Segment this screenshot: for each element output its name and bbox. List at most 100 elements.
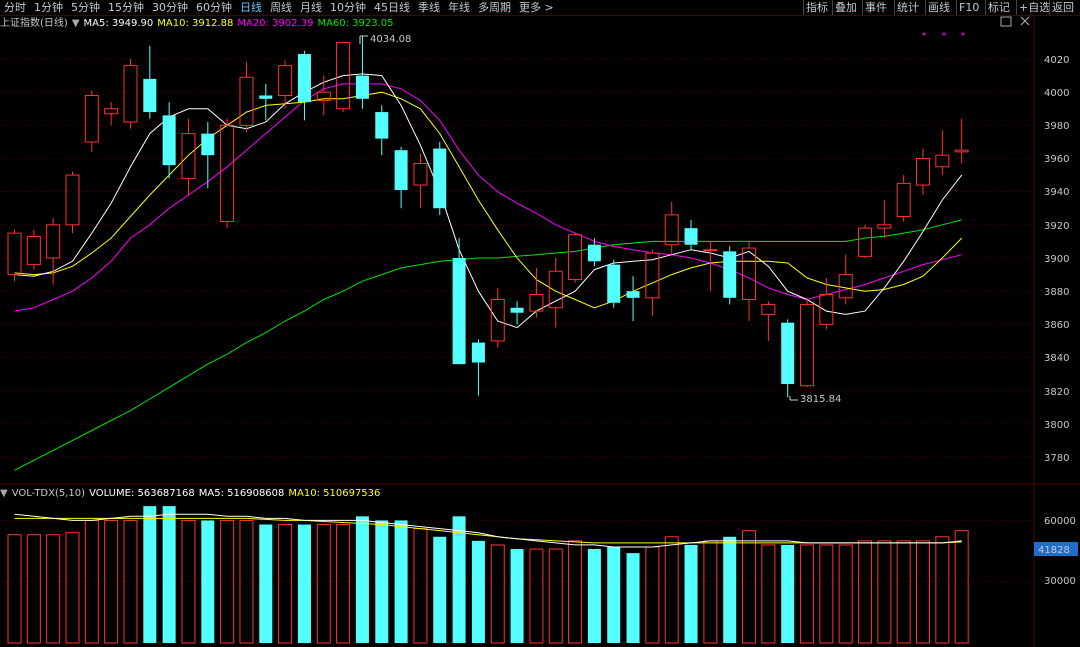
volume-bar	[316, 524, 331, 644]
candles	[7, 35, 969, 398]
candle-body	[201, 133, 215, 156]
index-name: 上证指数(日线)	[0, 18, 68, 29]
volume-bar	[26, 534, 41, 644]
candle-body	[104, 108, 119, 115]
vol-axis-tick: 60000	[1044, 516, 1076, 527]
volume-bar	[143, 506, 157, 643]
candle-body	[954, 149, 969, 153]
price-axis: 4020 4000 3980 3960 3940 3920 3900 3880 …	[1044, 55, 1076, 587]
candle-body	[800, 303, 815, 387]
candle-body	[355, 75, 369, 99]
volume-bar	[877, 540, 892, 644]
volume-bar	[723, 536, 737, 643]
ma20-line	[14, 83, 962, 312]
dot-markers	[922, 32, 965, 36]
ma-lines	[14, 73, 963, 471]
candle-body	[548, 270, 563, 309]
volume-bar	[375, 520, 389, 643]
candle-body	[239, 76, 254, 126]
candle-body	[819, 293, 834, 325]
axis-tick: 3940	[1044, 187, 1069, 198]
volume-bar	[278, 524, 293, 644]
candle-body	[452, 258, 466, 365]
vol-ma10-line	[14, 517, 962, 544]
volume-bar	[626, 553, 640, 643]
volume-bar	[954, 530, 969, 644]
candle-body	[877, 224, 892, 229]
volume-bar	[259, 524, 273, 643]
current-volume-value: 41828	[1038, 545, 1070, 556]
volume-bar	[819, 544, 834, 644]
axis-tick: 4000	[1044, 88, 1069, 99]
ma60-line	[14, 219, 962, 471]
low-price-label: 3815.84	[800, 394, 841, 405]
volume-bar	[858, 540, 873, 644]
candle-body	[7, 232, 22, 276]
candle-body	[510, 307, 524, 313]
volume-bar	[529, 548, 544, 644]
volume-legend: ▼ VOL-TDX(5,10) VOLUME: 563687168 MA5: 5…	[0, 487, 384, 501]
volume-bar	[664, 536, 679, 644]
candle-body	[471, 342, 485, 363]
settings-icon[interactable]	[1000, 16, 1012, 27]
volume-bar	[471, 540, 485, 643]
candle-body	[278, 65, 293, 96]
vol-axis-tick: 30000	[1044, 576, 1076, 587]
volume-bar	[568, 540, 583, 644]
chevron-down-icon[interactable]: ▼	[0, 487, 8, 501]
volume-bar	[413, 528, 428, 644]
volume-bar	[181, 519, 196, 644]
axis-tick: 3860	[1044, 320, 1069, 331]
chevron-down-icon[interactable]: ▼	[72, 17, 80, 31]
high-price-label: 4034.08	[370, 34, 411, 45]
price-legend: 上证指数(日线) ▼ MA5: 3949.90 MA10: 3912.88 MA…	[0, 17, 398, 31]
candle-body	[394, 150, 408, 191]
candle-body	[916, 158, 931, 186]
volume-bar	[336, 524, 351, 644]
volume-bar	[587, 549, 601, 643]
ma10-line	[14, 91, 963, 309]
candle-body	[684, 228, 698, 245]
volume-bar	[935, 536, 950, 644]
candle-body	[181, 133, 196, 179]
axis-tick: 3880	[1044, 287, 1069, 298]
candle-body	[838, 274, 853, 299]
volume-bar	[645, 546, 660, 644]
axis-tick: 3920	[1044, 221, 1069, 232]
candle-body	[84, 94, 99, 143]
volume-bars	[7, 506, 969, 644]
vol-ma5-line	[14, 513, 962, 548]
volume-bar	[742, 530, 757, 644]
ma20-value: MA20: 3902.39	[237, 18, 314, 29]
vol-ma5-value: MA5: 516908608	[198, 488, 285, 499]
volume-bar	[162, 506, 176, 643]
volume-bar	[781, 544, 795, 643]
volume-bar	[297, 524, 311, 643]
candle-body	[220, 124, 235, 223]
candle-body	[664, 214, 679, 246]
kline-chart[interactable]: 4020 4000 3980 3960 3940 3920 3900 3880 …	[0, 0, 1080, 647]
candle-body	[123, 65, 138, 123]
volume-bar	[7, 534, 22, 644]
close-icon[interactable]	[1020, 16, 1030, 26]
candle-body	[607, 264, 621, 303]
candle-body	[703, 249, 718, 252]
candle-body	[587, 244, 601, 262]
volume-bar	[355, 516, 369, 643]
candle-body	[413, 162, 428, 186]
volume-bar	[452, 516, 466, 643]
candle-body	[761, 303, 776, 315]
volume-bar	[394, 520, 408, 643]
volume-bar	[433, 536, 447, 643]
candle-body	[781, 322, 795, 385]
annotations: 4034.08 3815.84	[359, 34, 841, 405]
volume-bar	[607, 546, 621, 643]
candle-body	[723, 251, 737, 298]
volume-bar	[761, 544, 776, 644]
axis-tick: 3960	[1044, 154, 1069, 165]
candle-body	[297, 54, 311, 103]
candle-body	[742, 247, 757, 300]
volume-bar	[896, 540, 911, 644]
volume-bar	[703, 540, 718, 644]
volume-bar	[548, 548, 563, 644]
